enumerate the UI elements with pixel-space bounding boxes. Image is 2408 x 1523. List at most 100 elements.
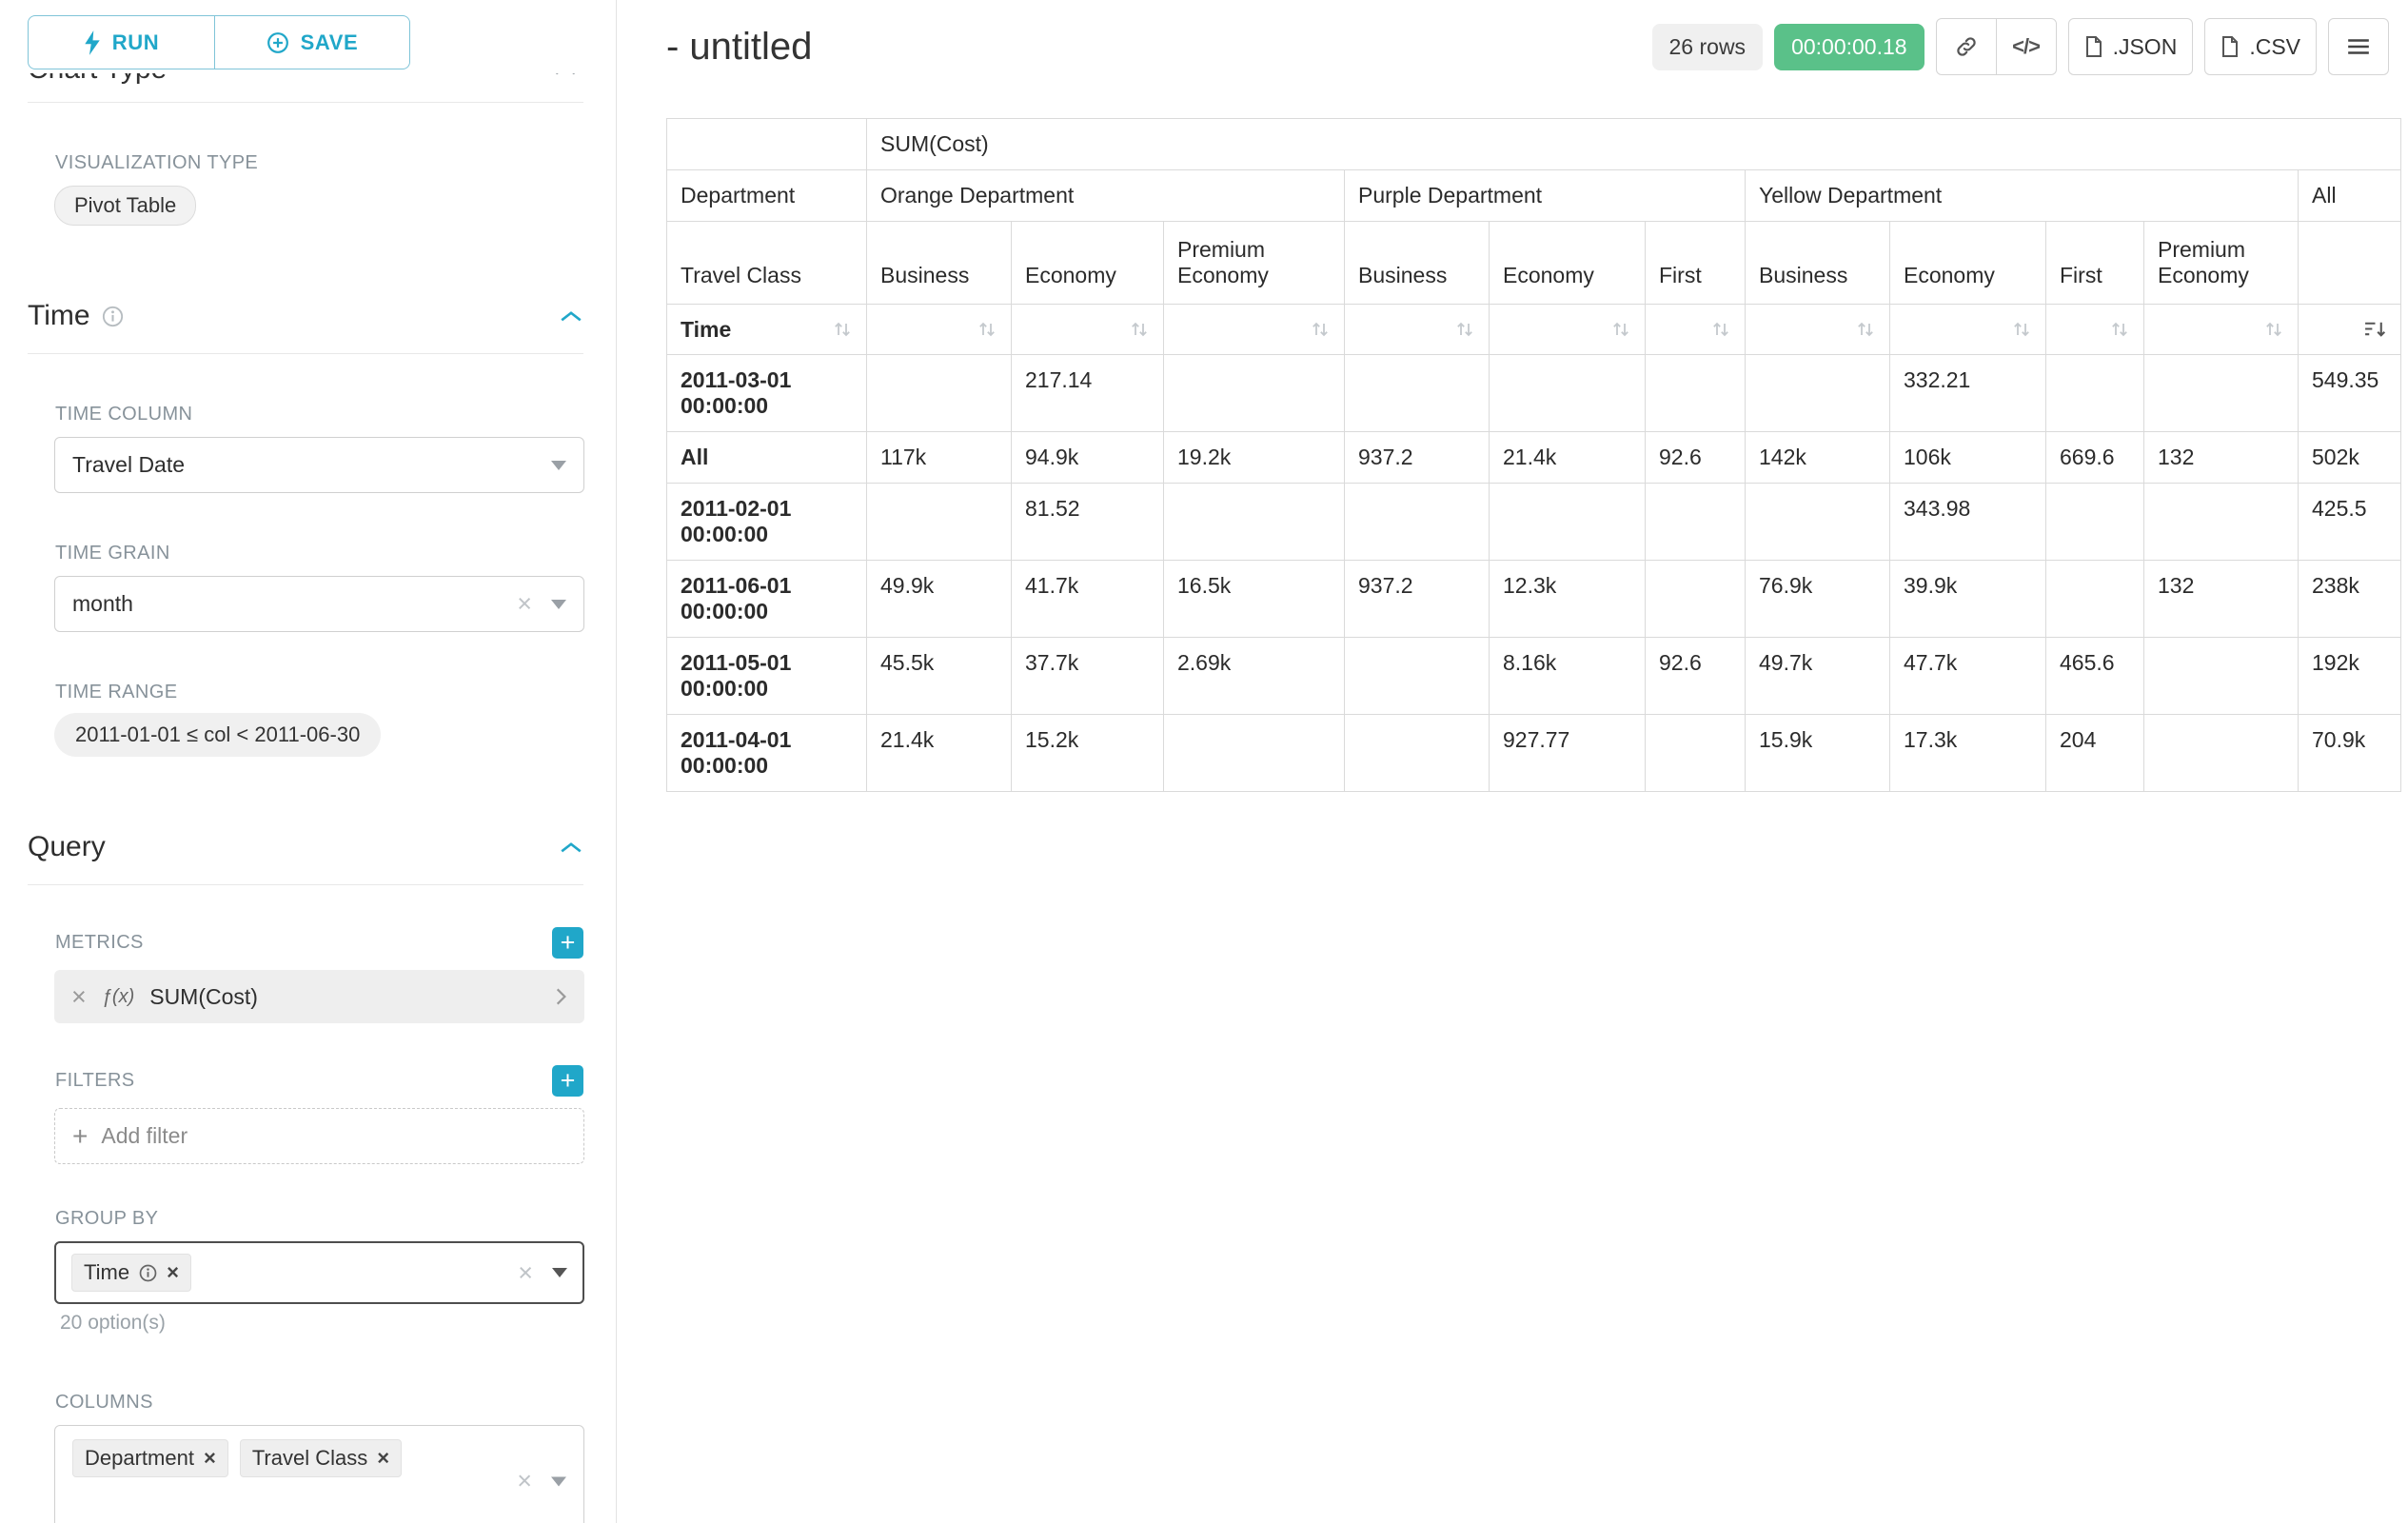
time-section-header[interactable]: Time	[28, 300, 583, 354]
caret-down-icon[interactable]	[551, 600, 566, 609]
sort-icon[interactable]	[1310, 318, 1331, 341]
query-section-title: Query	[28, 831, 106, 863]
columns-select[interactable]: Department×Travel Class× ×	[54, 1425, 584, 1523]
value-cell: 15.2k	[1012, 715, 1164, 792]
travel-class-cell: First	[1646, 222, 1746, 305]
travel-class-cell: Business	[1746, 222, 1890, 305]
travel-class-cell: Economy	[1490, 222, 1646, 305]
time-range-pill[interactable]: 2011-01-01 ≤ col < 2011-06-30	[54, 713, 381, 757]
value-cell: 549.35	[2299, 355, 2401, 432]
export-json-button[interactable]: .JSON	[2068, 18, 2194, 75]
department-group-cell: Purple Department	[1345, 170, 1746, 222]
sort-icon[interactable]	[1454, 318, 1475, 341]
time-row-label: Time	[681, 317, 731, 343]
chart-type-heading-clipped: Chart Type	[28, 73, 583, 90]
value-cell: 142k	[1746, 432, 1890, 484]
link-icon	[1954, 34, 1979, 59]
time-grain-label: TIME GRAIN	[55, 543, 583, 564]
value-cell	[2144, 715, 2299, 792]
travel-class-cell: Economy	[1012, 222, 1164, 305]
sort-icon[interactable]	[832, 318, 853, 341]
menu-icon	[2346, 36, 2371, 57]
sort-header-cell	[1746, 305, 1890, 355]
caret-down-icon[interactable]	[551, 461, 566, 470]
pill-label: Time	[84, 1260, 129, 1285]
select-icons: ×	[518, 1260, 567, 1286]
value-cell	[2046, 355, 2144, 432]
value-cell: 192k	[2299, 638, 2401, 715]
group-by-label: GROUP BY	[55, 1208, 583, 1230]
value-cell: 16.5k	[1164, 561, 1345, 638]
remove-metric-icon[interactable]: ×	[71, 984, 87, 1010]
department-label-cell: Department	[667, 170, 867, 222]
time-grain-select[interactable]: month ×	[54, 576, 584, 632]
travel-class-cell: Economy	[1890, 222, 2046, 305]
value-cell	[1646, 715, 1746, 792]
info-icon	[139, 1264, 157, 1282]
share-button-group: </>	[1936, 18, 2057, 75]
chevron-up-icon[interactable]	[559, 308, 583, 324]
short-link-button[interactable]	[1936, 18, 1997, 75]
sort-icon[interactable]	[2263, 318, 2284, 341]
sort-header-cell	[1490, 305, 1646, 355]
filters-label-row: FILTERS +	[28, 1065, 583, 1097]
value-cell	[1646, 355, 1746, 432]
sort-icon[interactable]	[1610, 318, 1631, 341]
value-cell	[1345, 355, 1490, 432]
remove-icon[interactable]: ×	[377, 1448, 389, 1469]
run-save-button-group: RUN SAVE	[28, 15, 583, 69]
plus-icon: +	[72, 1123, 88, 1150]
caret-down-icon[interactable]	[552, 1268, 567, 1277]
travel-class-empty-cell	[2299, 222, 2401, 305]
more-options-button[interactable]	[2328, 18, 2389, 75]
remove-icon[interactable]: ×	[167, 1262, 179, 1283]
save-button-label: SAVE	[301, 30, 359, 55]
value-cell: 19.2k	[1164, 432, 1345, 484]
add-filter-button[interactable]: + Add filter	[54, 1108, 584, 1164]
clear-icon[interactable]: ×	[518, 1260, 533, 1286]
time-section-title: Time	[28, 300, 90, 332]
save-button[interactable]: SAVE	[214, 15, 410, 69]
export-csv-button[interactable]: .CSV	[2204, 18, 2317, 75]
value-cell: 502k	[2299, 432, 2401, 484]
visualization-type-pill[interactable]: Pivot Table	[54, 186, 196, 226]
sort-header-cell	[1646, 305, 1746, 355]
query-section-header[interactable]: Query	[28, 831, 583, 885]
group-by-select[interactable]: Time × ×	[54, 1241, 584, 1304]
sort-icon[interactable]	[2011, 318, 2032, 341]
sort-icon[interactable]	[977, 318, 997, 341]
row-label-cell: 2011-06-01 00:00:00	[667, 561, 867, 638]
embed-code-button[interactable]: </>	[1996, 18, 2057, 75]
caret-down-icon[interactable]	[551, 1476, 566, 1486]
clear-icon[interactable]: ×	[517, 1469, 532, 1494]
explore-view: RUN SAVE Chart Type VISUALIZATION TYPE P…	[0, 0, 2408, 1523]
value-cell: 238k	[2299, 561, 2401, 638]
sort-desc-icon[interactable]	[2363, 318, 2387, 341]
pill-label: Department	[85, 1446, 194, 1471]
columns-label: COLUMNS	[55, 1392, 583, 1414]
time-column-select[interactable]: Travel Date	[54, 437, 584, 493]
value-cell	[1746, 355, 1890, 432]
chart-title[interactable]: - untitled	[666, 26, 812, 69]
remove-icon[interactable]: ×	[204, 1448, 216, 1469]
clear-icon[interactable]: ×	[517, 591, 532, 617]
add-metric-button[interactable]: +	[552, 927, 583, 959]
sort-icon[interactable]	[1855, 318, 1876, 341]
sort-icon[interactable]	[1710, 318, 1731, 341]
metric-name: SUM(Cost)	[149, 984, 258, 1010]
run-button[interactable]: RUN	[28, 15, 215, 69]
table-row: 2011-03-01 00:00:00217.14332.21549.35	[667, 355, 2401, 432]
metrics-label: METRICS	[55, 932, 144, 954]
sort-icon[interactable]	[2109, 318, 2130, 341]
chevron-up-icon[interactable]	[559, 840, 583, 855]
value-cell	[2046, 561, 2144, 638]
chevron-up-icon[interactable]	[553, 73, 578, 82]
value-cell	[2144, 355, 2299, 432]
metric-item[interactable]: × ƒ(x) SUM(Cost)	[54, 970, 584, 1023]
value-cell: 937.2	[1345, 432, 1490, 484]
sort-icon[interactable]	[1129, 318, 1150, 341]
pivot-table-container: SUM(Cost)DepartmentOrange DepartmentPurp…	[666, 118, 2408, 792]
add-filter-plus-button[interactable]: +	[552, 1065, 583, 1097]
sort-header-cell	[1890, 305, 2046, 355]
value-cell	[2046, 484, 2144, 561]
